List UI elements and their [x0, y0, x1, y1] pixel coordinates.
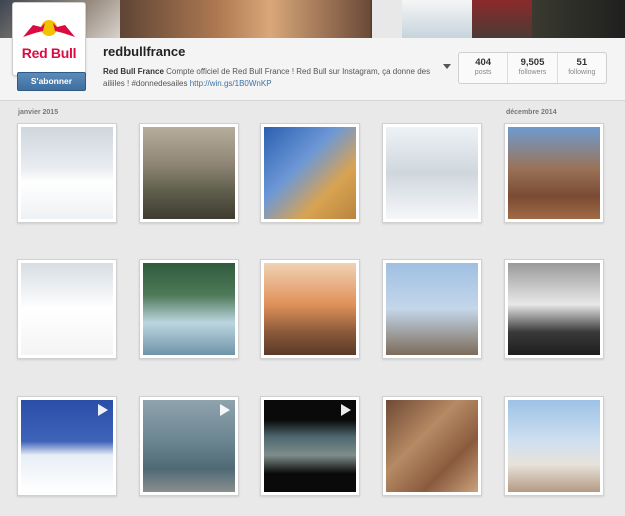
- bio-link[interactable]: http://win.gs/1B0WnKP: [190, 79, 272, 88]
- date-label-right: décembre 2014: [506, 109, 557, 116]
- photo-item[interactable]: [382, 259, 482, 359]
- photo-item[interactable]: [260, 396, 360, 496]
- photo-thumbnail: [264, 127, 356, 219]
- photo-item[interactable]: [382, 396, 482, 496]
- photo-thumbnail: [143, 127, 235, 219]
- photo-item[interactable]: [139, 396, 239, 496]
- photo-item[interactable]: [504, 396, 604, 496]
- stat-label: followers: [518, 69, 547, 76]
- stat-value: 51: [576, 57, 588, 68]
- stat-value: 404: [475, 57, 492, 68]
- profile-avatar[interactable]: Red Bull: [12, 2, 86, 76]
- photo-item[interactable]: [260, 259, 360, 359]
- cover-banner: [0, 0, 625, 38]
- redbull-logo-icon: [23, 20, 75, 37]
- stat-posts[interactable]: 404 posts: [459, 53, 509, 83]
- stat-value: 9,505: [520, 57, 545, 68]
- photo-item[interactable]: [504, 123, 604, 223]
- video-play-icon: [220, 404, 230, 416]
- profile-header: Red Bull S'abonner redbullfrance Red Bul…: [0, 2, 625, 101]
- chevron-down-icon[interactable]: [443, 64, 451, 69]
- photo-item[interactable]: [17, 396, 117, 496]
- photo-thumbnail: [386, 400, 478, 492]
- photo-thumbnail: [508, 400, 600, 492]
- photo-item[interactable]: [139, 259, 239, 359]
- photo-thumbnail: [386, 127, 478, 219]
- photo-item[interactable]: [139, 123, 239, 223]
- video-play-icon: [98, 404, 108, 416]
- photo-thumbnail: [21, 127, 113, 219]
- photo-item[interactable]: [17, 259, 117, 359]
- photo-item[interactable]: [504, 259, 604, 359]
- profile-stats: 404 posts 9,505 followers 51 following: [458, 52, 607, 84]
- video-play-icon: [341, 404, 351, 416]
- stat-following[interactable]: 51 following: [558, 53, 606, 83]
- logo-text: Red Bull: [21, 45, 77, 61]
- photo-thumbnail: [386, 263, 478, 355]
- bio-name: Red Bull France: [103, 67, 164, 76]
- stat-label: posts: [474, 69, 492, 76]
- photo-item[interactable]: [17, 123, 117, 223]
- photo-item[interactable]: [382, 123, 482, 223]
- profile-username: redbullfrance: [103, 44, 186, 59]
- profile-bio: Red Bull France Compte officiel de Red B…: [103, 66, 433, 90]
- photo-thumbnail: [508, 263, 600, 355]
- photo-thumbnail: [143, 263, 235, 355]
- photo-thumbnail: [21, 263, 113, 355]
- follow-button[interactable]: S'abonner: [17, 72, 86, 91]
- stat-followers[interactable]: 9,505 followers: [508, 53, 558, 83]
- photo-thumbnail: [508, 127, 600, 219]
- photo-thumbnail: [264, 263, 356, 355]
- stat-label: following: [568, 69, 596, 76]
- photo-item[interactable]: [260, 123, 360, 223]
- date-label-left: janvier 2015: [18, 109, 59, 116]
